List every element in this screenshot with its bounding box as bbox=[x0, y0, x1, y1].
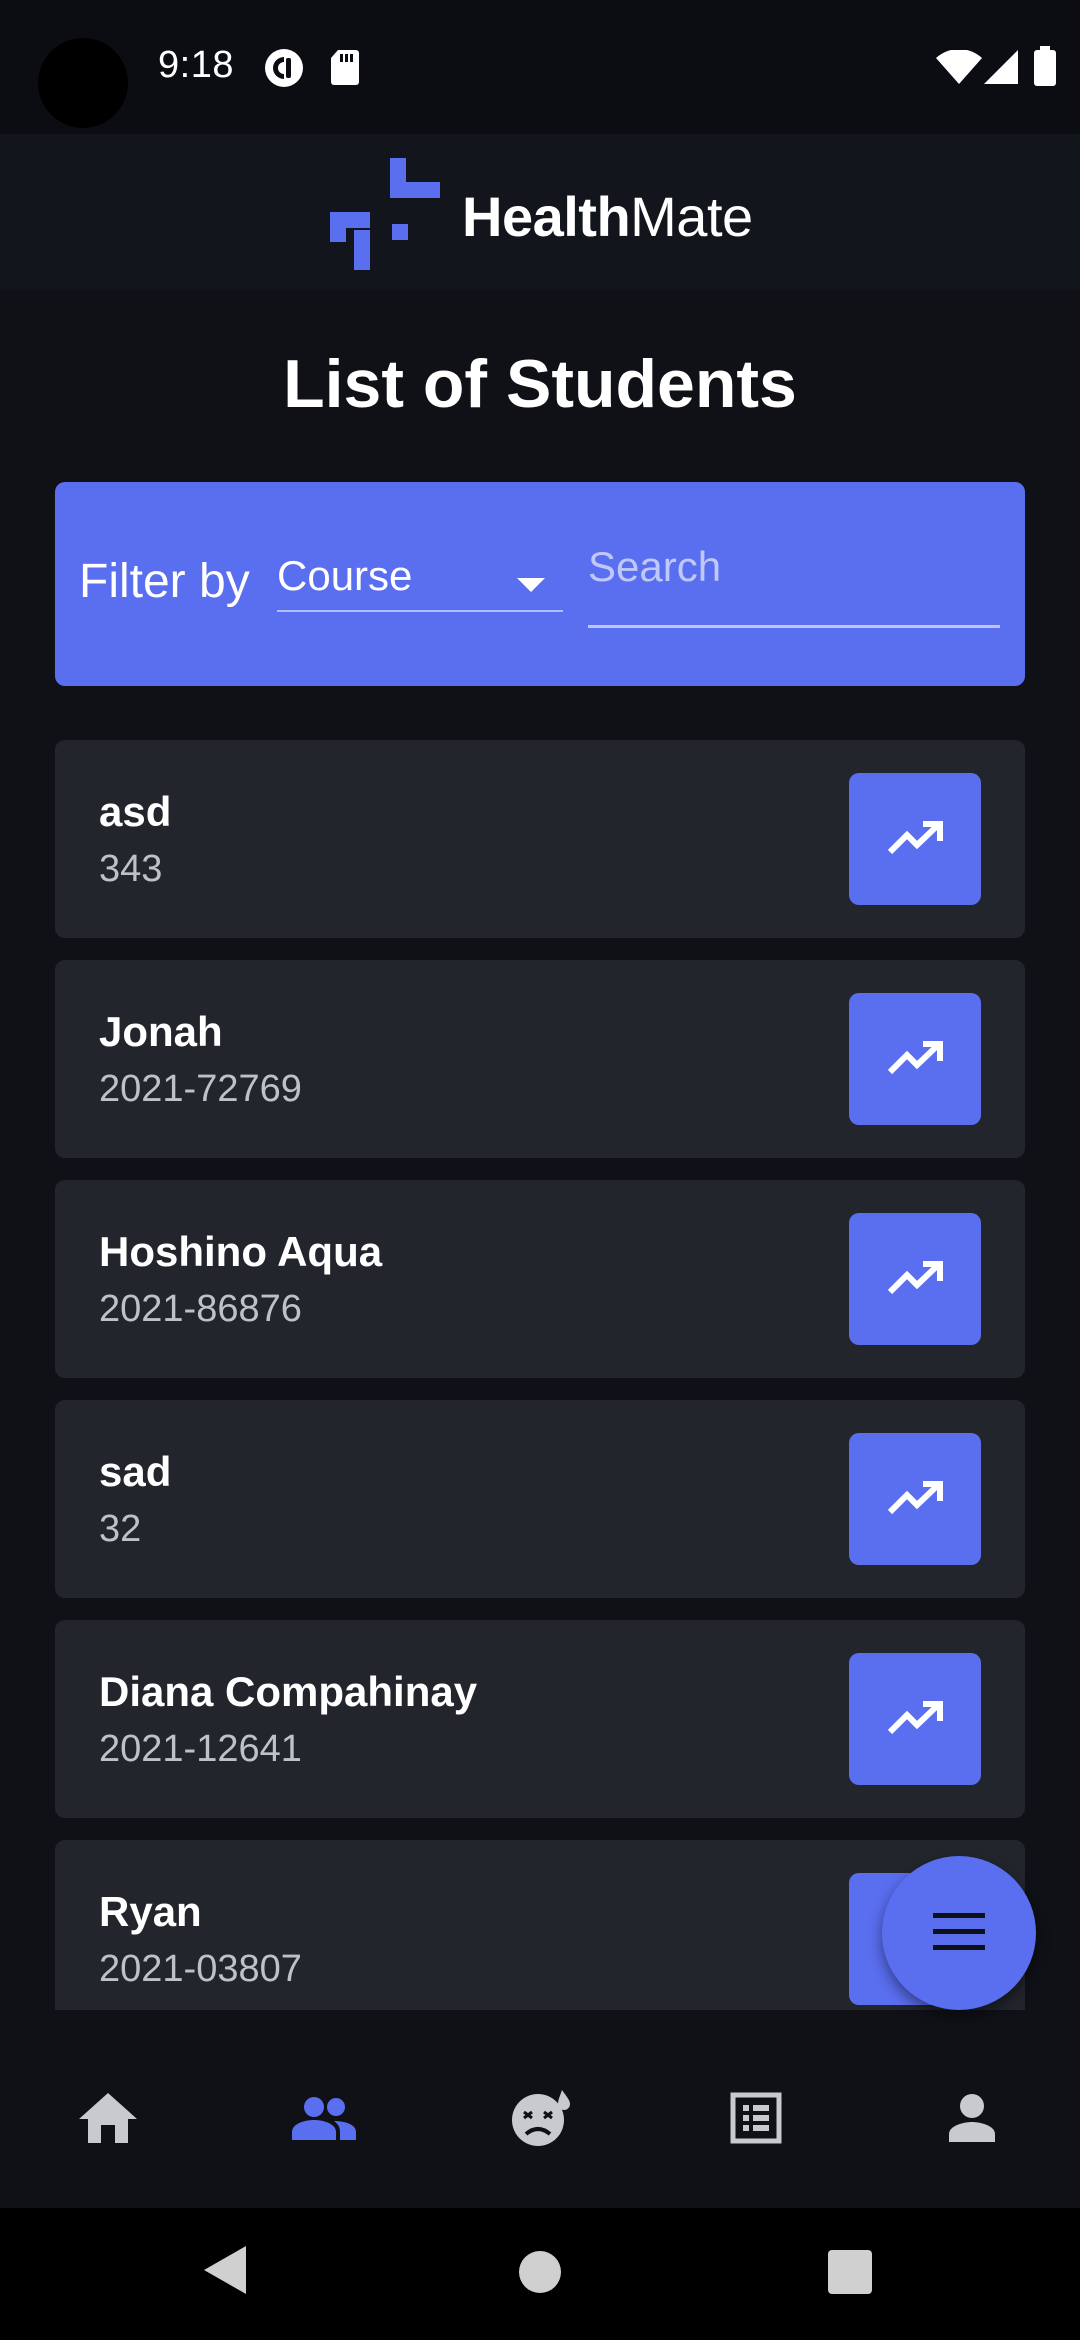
student-card[interactable]: asd 343 bbox=[55, 740, 1025, 938]
trending-up-icon bbox=[887, 1480, 943, 1518]
page-title: List of Students bbox=[283, 346, 797, 422]
search-input[interactable] bbox=[588, 522, 1000, 612]
view-progress-button[interactable] bbox=[849, 993, 981, 1125]
person-icon bbox=[949, 2093, 995, 2147]
view-progress-button[interactable] bbox=[849, 1213, 981, 1345]
student-card[interactable]: Ryan 2021-03807 bbox=[55, 1840, 1025, 2010]
battery-icon bbox=[1034, 46, 1056, 86]
camera-cutout bbox=[38, 38, 128, 128]
nav-profile[interactable] bbox=[932, 2080, 1012, 2160]
trending-up-icon bbox=[887, 820, 943, 858]
student-id: 2021-72769 bbox=[99, 1068, 302, 1110]
student-name: asd bbox=[99, 788, 172, 835]
course-filter-dropdown[interactable]: Course bbox=[277, 534, 563, 612]
view-progress-button[interactable] bbox=[849, 1653, 981, 1785]
nav-illness[interactable] bbox=[500, 2080, 580, 2160]
status-bar: 9:18 bbox=[0, 0, 1080, 134]
signal-icon bbox=[984, 50, 1018, 84]
view-progress-button[interactable] bbox=[849, 773, 981, 905]
status-time: 9:18 bbox=[158, 44, 234, 86]
nav-records[interactable] bbox=[716, 2080, 796, 2160]
view-progress-button[interactable] bbox=[849, 1433, 981, 1565]
student-name: sad bbox=[99, 1448, 172, 1495]
brand-regular: Mate bbox=[630, 185, 753, 248]
home-circle-icon[interactable] bbox=[518, 2250, 562, 2299]
system-nav-bar bbox=[0, 2208, 1080, 2340]
student-name: Diana Compahinay bbox=[99, 1668, 478, 1715]
student-card[interactable]: Diana Compahinay 2021-12641 bbox=[55, 1620, 1025, 1818]
menu-icon bbox=[933, 1912, 985, 1954]
trending-up-icon bbox=[887, 1260, 943, 1298]
people-icon bbox=[292, 2096, 356, 2145]
student-card[interactable]: Jonah 2021-72769 bbox=[55, 960, 1025, 1158]
app-header: HealthMate bbox=[0, 134, 1080, 290]
recents-icon[interactable] bbox=[828, 2250, 872, 2299]
filter-panel: Filter by Course bbox=[55, 482, 1025, 686]
student-id: 343 bbox=[99, 848, 163, 890]
dropdown-arrow-icon bbox=[517, 578, 545, 592]
nav-students[interactable] bbox=[284, 2080, 364, 2160]
search-field[interactable] bbox=[588, 522, 1000, 628]
student-name: Jonah bbox=[99, 1008, 223, 1055]
list-alt-icon bbox=[730, 2092, 782, 2149]
trending-up-icon bbox=[887, 1700, 943, 1738]
brand-name: HealthMate bbox=[462, 184, 753, 249]
home-icon bbox=[79, 2092, 137, 2148]
student-id: 2021-12641 bbox=[99, 1728, 302, 1770]
student-card[interactable]: sad 32 bbox=[55, 1400, 1025, 1598]
bottom-nav bbox=[0, 2030, 1080, 2208]
back-icon[interactable] bbox=[204, 2246, 246, 2299]
sick-face-icon bbox=[510, 2089, 570, 2151]
filter-label: Filter by bbox=[79, 555, 250, 608]
student-name: Ryan bbox=[99, 1888, 202, 1935]
student-list: asd 343 Jonah 2021-72769 Hoshino Aqua 20… bbox=[55, 740, 1025, 2010]
pocket-casts-icon bbox=[264, 48, 304, 88]
healthmate-logo-icon bbox=[330, 158, 442, 275]
menu-fab-button[interactable] bbox=[882, 1856, 1036, 2010]
trending-up-icon bbox=[887, 1040, 943, 1078]
course-filter-value: Course bbox=[277, 552, 413, 599]
wifi-icon bbox=[936, 50, 982, 84]
student-name: Hoshino Aqua bbox=[99, 1228, 383, 1275]
student-id: 2021-03807 bbox=[99, 1948, 302, 1990]
student-id: 2021-86876 bbox=[99, 1288, 302, 1330]
sd-card-icon bbox=[330, 48, 360, 86]
brand-bold: Health bbox=[462, 185, 631, 248]
student-card[interactable]: Hoshino Aqua 2021-86876 bbox=[55, 1180, 1025, 1378]
student-id: 32 bbox=[99, 1508, 142, 1550]
nav-home[interactable] bbox=[68, 2080, 148, 2160]
